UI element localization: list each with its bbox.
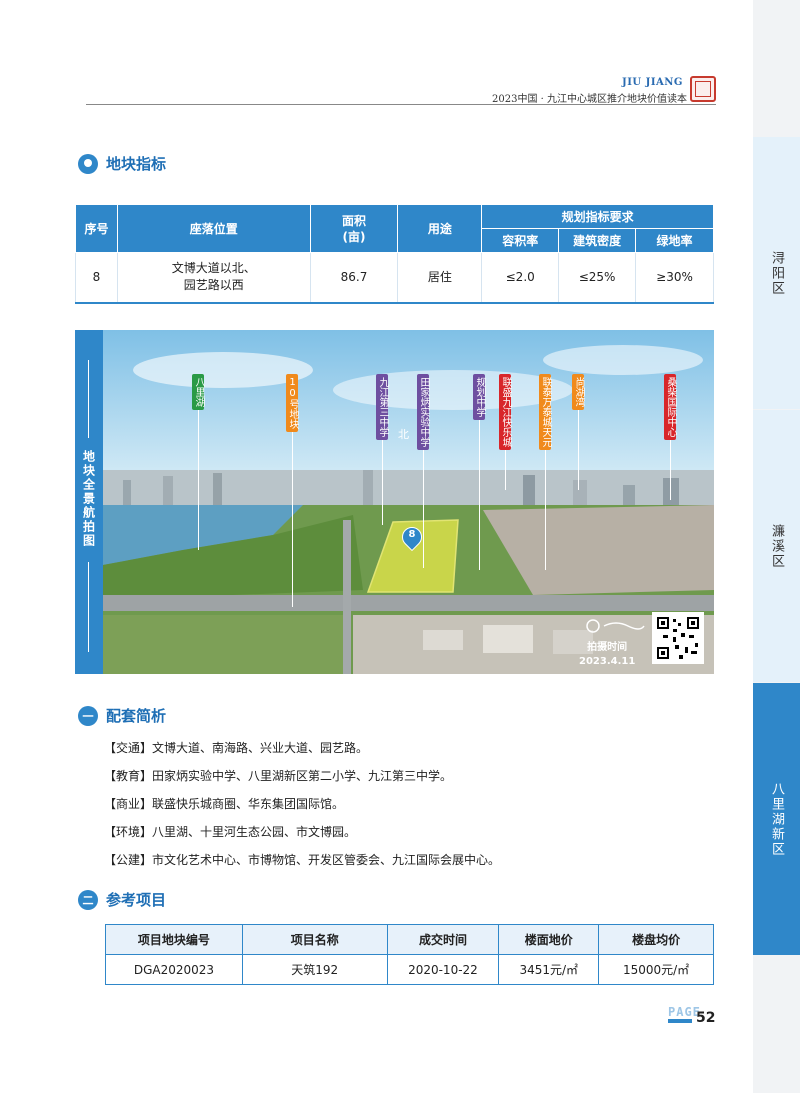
shoot-time-date: 2023.4.11 (579, 656, 636, 667)
poi-leader-line (578, 410, 579, 490)
support-environment: 【环境】八里湖、十里河生态公园、市文博园。 (104, 825, 357, 839)
poi-leader-line (198, 410, 199, 550)
poi-leader-line (479, 420, 480, 570)
th-ref-name: 项目名称 (241, 924, 388, 955)
section-ref-heading: 二 参考项目 (78, 889, 166, 910)
poi-label: 联盛九江快乐城 (499, 374, 511, 450)
side-tab-lianxi[interactable]: 濂溪区 (753, 410, 800, 682)
poi-label: 10号地块 (286, 374, 298, 432)
photo-side-label: 地块全景航拍图 (81, 450, 96, 548)
side-tab-xunyang[interactable]: 浔阳区 (753, 137, 800, 409)
th-planning: 规划指标要求 (481, 204, 714, 229)
cell-ref-id: DGA2020023 (105, 954, 243, 985)
shoot-time: 拍摄时间 2023.4.11 (579, 641, 635, 669)
th-ref-avg-price: 楼盘均价 (598, 924, 714, 955)
location-pin-icon (78, 153, 98, 174)
poi-label: 尚湖湾 (572, 374, 584, 410)
header-divider (86, 104, 716, 105)
poi-leader-line (382, 440, 383, 525)
table-row: 8 文博大道以北、 园艺路以西 86.7 居住 ≤2.0 ≤25% ≥30% (75, 252, 714, 304)
poi-leader-line (292, 432, 293, 607)
support-education: 【教育】田家炳实验中学、八里湖新区第二小学、九江第三中学。 (104, 769, 453, 783)
th-ref-land-price: 楼面地价 (498, 924, 600, 955)
poi-leader-line (670, 440, 671, 500)
page-number: 52 (696, 1010, 716, 1026)
cell-ref-name: 天筑192 (241, 954, 388, 985)
section-support-heading: 一 配套简析 (78, 705, 166, 726)
poi-leader-line (505, 450, 506, 490)
section-plot-heading: 地块指标 (78, 153, 166, 174)
cell-density: ≤25% (558, 252, 637, 304)
cell-location: 文博大道以北、 园艺路以西 (116, 252, 311, 304)
cell-area: 86.7 (309, 252, 399, 304)
plot-indicator-table: 序号 座落位置 面积 (亩) 用途 规划指标要求 容积率 建筑密度 绿地率 8 … (75, 204, 714, 304)
poi-label: 联泰万泰城天元 (539, 374, 551, 450)
poi-label: 九江第三中学 (376, 374, 388, 440)
cell-no: 8 (75, 252, 118, 304)
photographer-logo (586, 619, 646, 635)
section-support-title: 配套简析 (106, 707, 167, 725)
th-area: 面积 (亩) (309, 204, 399, 253)
th-ref-date: 成交时间 (386, 924, 500, 955)
poi-label: 桑柴国际中心 (664, 374, 676, 440)
th-location: 座落位置 (116, 204, 311, 253)
section-plot-title: 地块指标 (106, 155, 167, 173)
header-brand-en: JIU JIANG (622, 77, 683, 88)
th-green: 绿地率 (635, 228, 714, 253)
north-label: 北 (398, 428, 409, 441)
qr-code-icon[interactable] (652, 612, 704, 664)
cell-ref-avg-price: 15000元/㎡ (598, 954, 714, 985)
cell-green: ≥30% (635, 252, 714, 304)
poi-leader-line (545, 450, 546, 570)
cell-use: 居住 (397, 252, 483, 304)
support-public: 【公建】市文化艺术中心、市博物馆、开发区管委会、九江国际会展中心。 (104, 853, 501, 867)
header-book-title: 2023中国 · 九江中心城区推介地块价值读本 (492, 94, 687, 105)
th-density: 建筑密度 (558, 228, 637, 253)
reference-project-table: 项目地块编号 项目名称 成交时间 楼面地价 楼盘均价 DGA2020023 天筑… (105, 924, 714, 985)
th-ref-id: 项目地块编号 (105, 924, 243, 955)
poi-label: 规划中学 (473, 374, 485, 420)
seal-logo (690, 76, 716, 102)
shoot-time-label: 拍摄时间 (587, 642, 628, 653)
page-bar (668, 1019, 692, 1023)
th-use: 用途 (397, 204, 483, 253)
support-transport: 【交通】文博大道、南海路、兴业大道、园艺路。 (104, 741, 369, 755)
table-row: DGA2020023 天筑192 2020-10-22 3451元/㎡ 1500… (105, 954, 714, 985)
cell-far: ≤2.0 (481, 252, 560, 304)
th-far: 容积率 (481, 228, 560, 253)
poi-label: 田家炳实验中学 (417, 374, 429, 450)
support-commerce: 【商业】联盛快乐城商圈、华东集团国际馆。 (104, 797, 345, 811)
cell-ref-land-price: 3451元/㎡ (498, 954, 600, 985)
poi-label: 八里湖 (192, 374, 204, 410)
number-two-icon: 二 (78, 889, 98, 910)
plot-marker-label: 8 (408, 529, 416, 540)
th-no: 序号 (75, 204, 118, 253)
cell-ref-date: 2020-10-22 (386, 954, 500, 985)
poi-leader-line (423, 450, 424, 568)
number-one-icon: 一 (78, 705, 98, 726)
side-tab-balihu[interactable]: 八里湖新区 (753, 683, 800, 955)
section-ref-title: 参考项目 (106, 891, 167, 909)
